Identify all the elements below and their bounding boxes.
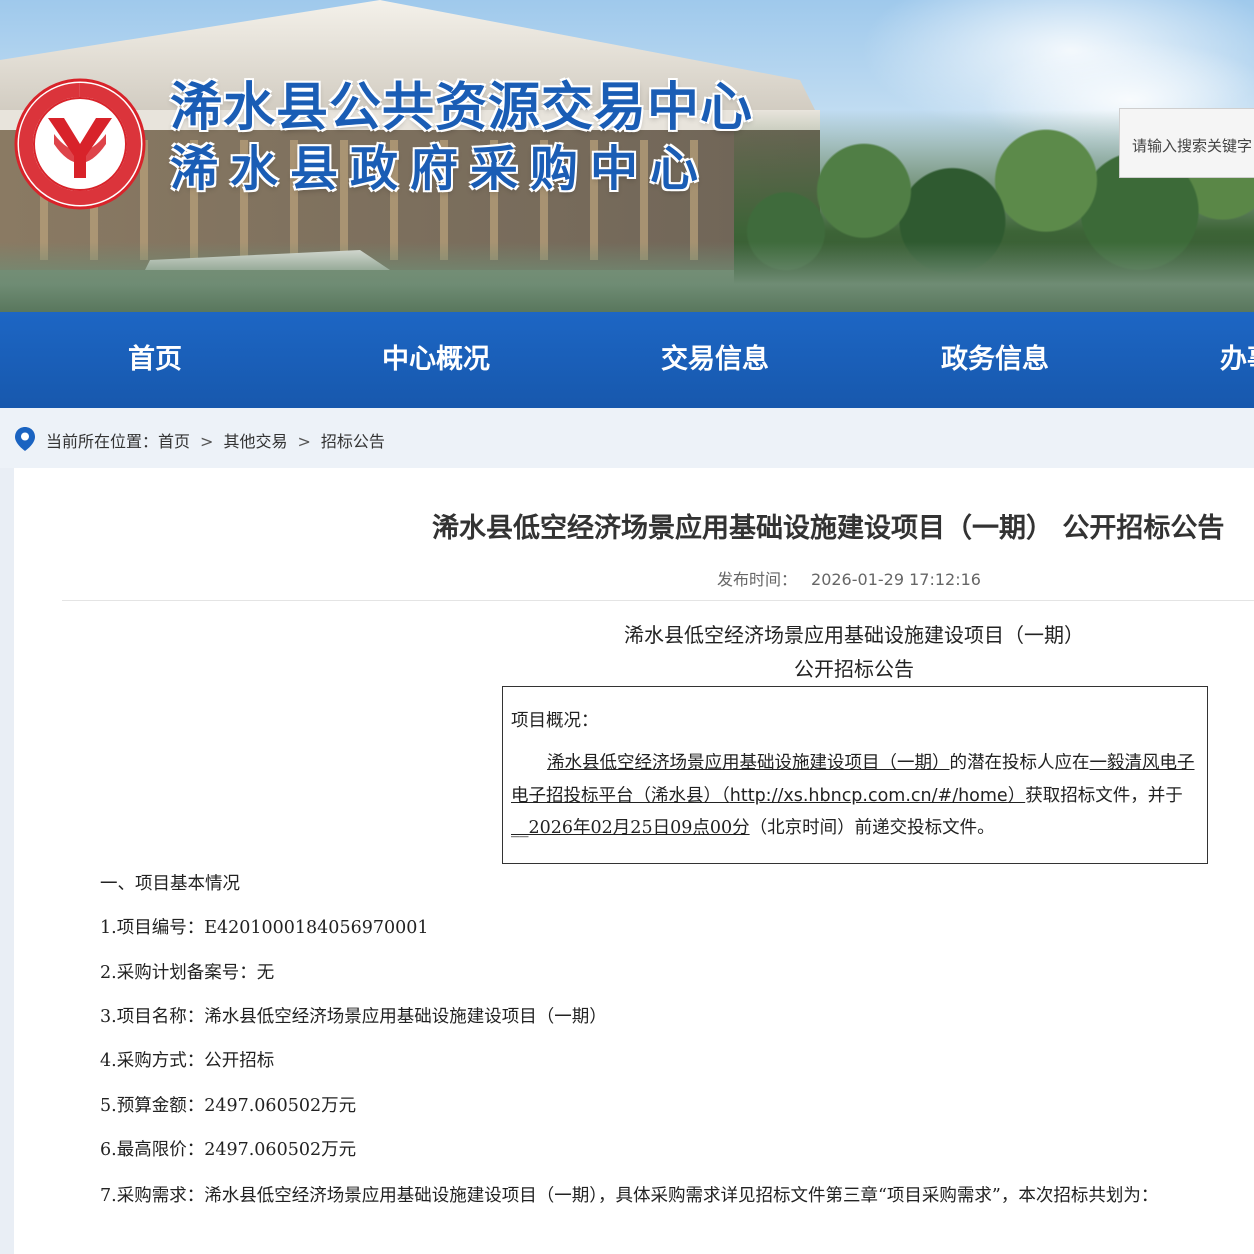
- main-nav: 首页 中心概况 交易信息 政务信息 办事: [0, 312, 1254, 408]
- overview-text2: 获取招标文件，并于: [1025, 785, 1183, 806]
- item-plan-record: 2.采购计划备案号：无: [100, 963, 275, 983]
- breadcrumb-prefix: 当前所在位置：: [46, 432, 159, 451]
- nav-item-home[interactable]: 首页: [128, 312, 182, 408]
- breadcrumb-home[interactable]: 首页: [158, 432, 190, 451]
- publish-time: 2026-01-29 17:12:16: [811, 570, 981, 589]
- header-banner: 浠水县公共资源交易中心 浠水县政府采购中心 请输入搜索关键字: [0, 0, 1254, 312]
- nav-item-services[interactable]: 办事: [1220, 312, 1254, 408]
- breadcrumb-other-trade[interactable]: 其他交易: [223, 432, 287, 451]
- nav-item-government-info[interactable]: 政务信息: [941, 312, 1049, 408]
- site-title-line2: 浠水县政府采购中心: [170, 141, 711, 198]
- item-budget: 5.预算金额：2497.060502万元: [100, 1096, 357, 1116]
- section-title: 一、项目基本情况: [100, 874, 240, 894]
- item-project-name: 3.项目名称：浠水县低空经济场景应用基础设施建设项目（一期）: [100, 1007, 607, 1027]
- ground-decoration: [0, 242, 1254, 312]
- overview-body: 浠水县低空经济场景应用基础设施建设项目（一期）的潜在投标人应在一毅清风电子电子招…: [511, 747, 1201, 845]
- overview-text3: （北京时间）前递交投标文件。: [749, 818, 995, 838]
- breadcrumb-line: 当前所在位置：首页 > 其他交易 > 招标公告: [46, 428, 385, 452]
- search-input[interactable]: 请输入搜索关键字: [1119, 108, 1254, 178]
- breadcrumb-separator: >: [200, 432, 214, 451]
- divider: [62, 600, 1254, 601]
- document-heading: 浠水县低空经济场景应用基础设施建设项目（一期） 公开招标公告: [14, 618, 1254, 686]
- site-title: 浠水县公共资源交易中心 浠水县政府采购中心: [170, 78, 754, 198]
- item-requirements: 7.采购需求：浠水县低空经济场景应用基础设施建设项目（一期），具体采购需求详见招…: [100, 1186, 1159, 1206]
- publish-label: 发布时间：: [717, 570, 798, 589]
- nav-item-trade-info[interactable]: 交易信息: [661, 312, 769, 408]
- publish-info: 发布时间： 2026-01-29 17:12:16: [717, 566, 981, 590]
- overview-text1: 的潜在投标人应在: [949, 753, 1090, 773]
- article-title: 浠水县低空经济场景应用基础设施建设项目（一期） 公开招标公告: [432, 513, 1225, 544]
- item-project-number: 1.项目编号：E4201000184056970001: [100, 918, 429, 938]
- document-title-line1: 浠水县低空经济场景应用基础设施建设项目（一期）: [624, 623, 1084, 647]
- project-overview-box: 项目概况： 浠水县低空经济场景应用基础设施建设项目（一期）的潜在投标人应在一毅清…: [502, 686, 1208, 864]
- item-max-price: 6.最高限价：2497.060502万元: [100, 1140, 357, 1160]
- overview-deadline: __2026年02月25日09点00分: [511, 818, 750, 838]
- breadcrumb: 当前所在位置：首页 > 其他交易 > 招标公告: [0, 408, 1254, 468]
- trade-in-public-resources-logo: [14, 78, 146, 210]
- location-pin-icon: [15, 427, 35, 451]
- document-title-line2: 公开招标公告: [794, 657, 914, 681]
- site-title-line1: 浠水县公共资源交易中心: [170, 78, 754, 138]
- overview-title: 项目概况：: [511, 711, 599, 731]
- nav-item-center-overview[interactable]: 中心概况: [382, 312, 490, 408]
- overview-project-name: 浠水县低空经济场景应用基础设施建设项目（一期）: [547, 753, 950, 773]
- article-content: 浠水县低空经济场景应用基础设施建设项目（一期） 公开招标公告 发布时间： 2026…: [14, 468, 1254, 1254]
- item-procurement-method: 4.采购方式：公开招标: [100, 1051, 275, 1071]
- platform-url-link[interactable]: http://xs.hbncp.com.cn/#/home: [730, 786, 1008, 806]
- breadcrumb-tender-notice[interactable]: 招标公告: [321, 432, 385, 451]
- breadcrumb-separator: >: [297, 432, 311, 451]
